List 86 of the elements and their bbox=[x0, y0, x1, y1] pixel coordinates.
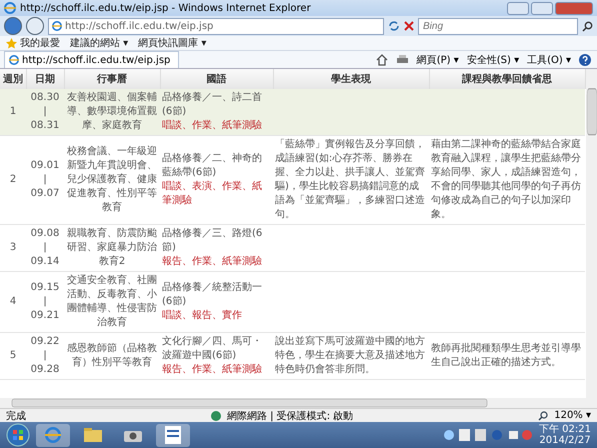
date-text: 09.07 bbox=[30, 187, 60, 201]
column-header: 學生表現 bbox=[273, 69, 429, 89]
date-text: 09.15 bbox=[30, 281, 60, 295]
assessment-text: 唱談、作業、紙筆測驗 bbox=[162, 119, 263, 133]
column-header: 國語 bbox=[160, 69, 273, 89]
date-text: 08.30 bbox=[30, 91, 60, 105]
security-zone-text[interactable]: 網際網路 | 受保護模式: 啟動 bbox=[226, 408, 354, 422]
taskbar-document-button[interactable] bbox=[156, 424, 190, 446]
table-cell-text: 2 bbox=[8, 173, 18, 187]
date-text: 09.21 bbox=[30, 309, 60, 323]
favorites-bar-link[interactable]: 建議的網站 ▾ bbox=[70, 36, 128, 50]
help-icon[interactable] bbox=[579, 54, 591, 66]
address-field[interactable]: http://schoff.ilc.edu.tw/eip.jsp bbox=[48, 18, 384, 34]
date-separator: | bbox=[42, 241, 48, 255]
date-separator: | bbox=[42, 295, 48, 309]
browser-icon bbox=[45, 427, 61, 443]
unit-text: 品格修養／統整活動一(6節) bbox=[162, 281, 263, 309]
table-cell: 親職教育、防震防颱研習、家庭暴力防治教育2 bbox=[66, 227, 158, 269]
column-header: 行事曆 bbox=[64, 69, 160, 89]
print-icon[interactable] bbox=[396, 54, 409, 66]
table-cell-text: 5 bbox=[8, 349, 18, 363]
table-cell-text: 3 bbox=[8, 241, 18, 255]
date-text: 08.31 bbox=[30, 119, 60, 133]
stop-icon[interactable] bbox=[404, 21, 414, 31]
search-icon[interactable] bbox=[582, 20, 593, 32]
vertical-scrollbar[interactable] bbox=[586, 69, 597, 398]
date-text: 09.14 bbox=[30, 255, 60, 269]
favorites-button[interactable]: 我的最愛 bbox=[6, 36, 60, 50]
home-icon[interactable] bbox=[376, 54, 388, 66]
table-cell-text: 1 bbox=[8, 105, 18, 119]
browser-icon bbox=[9, 55, 19, 65]
table-cell-text: 說出並寫下馬可波羅遊中國的地方特色，學生在摘要大意及描述地方特色時仍會答非所問。 bbox=[275, 335, 426, 377]
command-menu[interactable]: 網頁(P) ▾ bbox=[416, 52, 459, 66]
search-field[interactable]: Bing bbox=[418, 18, 578, 34]
forward-button[interactable] bbox=[26, 17, 44, 35]
assessment-text: 唱談、表演、作業、紙筆測驗 bbox=[162, 180, 263, 208]
clock-time[interactable]: 下午 02:21 bbox=[539, 424, 591, 435]
star-icon[interactable] bbox=[6, 38, 17, 48]
globe-icon bbox=[210, 410, 221, 420]
browser-icon bbox=[4, 2, 16, 14]
table-cell: 感恩教師節（品格教育）性別平等教育 bbox=[66, 342, 158, 370]
maximize-button[interactable] bbox=[531, 2, 553, 14]
document-icon bbox=[165, 426, 181, 444]
folder-icon bbox=[84, 428, 102, 442]
unit-text: 品格修養／二、神奇的藍絲帶(6節) bbox=[162, 152, 263, 180]
column-header: 課程與教學回饋省思 bbox=[429, 69, 585, 89]
date-separator: | bbox=[42, 173, 48, 187]
browser-tab[interactable]: http://schoff.ilc.edu.tw/eip.jsp bbox=[4, 51, 179, 68]
minimize-button[interactable] bbox=[507, 2, 529, 14]
refresh-icon[interactable] bbox=[388, 20, 400, 32]
zoom-icon bbox=[538, 410, 548, 420]
horizontal-scrollbar[interactable] bbox=[0, 398, 597, 408]
date-separator: | bbox=[42, 349, 48, 363]
date-text: 09.01 bbox=[30, 159, 60, 173]
date-text: 09.22 bbox=[30, 335, 60, 349]
assessment-text: 報告、作業、紙筆測驗 bbox=[162, 255, 263, 269]
camera-icon bbox=[124, 428, 142, 442]
table-cell: 校務會議、一年級迎新暨九年貫說明會、兒少保護教育、健康促進教育、性別平等教育 bbox=[66, 145, 158, 215]
command-menu[interactable]: 安全性(S) ▾ bbox=[466, 52, 520, 66]
command-menu[interactable]: 工具(O) ▾ bbox=[527, 52, 571, 66]
unit-text: 品格修養／三、路燈(6節) bbox=[162, 227, 264, 255]
unit-text: 文化行腳／四、馬可・波羅遊中國(6節) bbox=[162, 335, 263, 363]
zoom-level[interactable]: 120% ▾ bbox=[554, 410, 592, 421]
table-cell-text: 「藍絲帶」實例報告及分享回饋，成語練習(如:心存芥蒂、勝券在握、全力以赴、拱手讓人、並駕齊驅)，學生比較容易搞錯詞意的成語為「並駕齊驅」，多練習口述造句。 bbox=[275, 138, 426, 222]
date-separator: | bbox=[42, 105, 48, 119]
start-button[interactable] bbox=[6, 423, 30, 447]
unit-text: 品格修養／一、詩二首(6節) bbox=[162, 91, 263, 119]
table-cell-text: 藉由第二課神奇的藍絲帶結合家庭教育融入課程，讓學生把藍絲帶分享給同學、家人，成語練習造句，不會的同學聽其他同學的句子再仿句修改成為自己的句子以加深印象。 bbox=[431, 138, 582, 222]
back-button[interactable] bbox=[4, 17, 22, 35]
close-button[interactable] bbox=[555, 2, 593, 14]
date-text: 09.08 bbox=[30, 227, 60, 241]
clock-date[interactable]: 2014/2/27 bbox=[539, 435, 591, 446]
assessment-text: 報告、作業、紙筆測驗 bbox=[162, 363, 263, 377]
table-cell: 友善校園週、個案輔導、數學環境佈置觀摩、家庭教育 bbox=[66, 91, 158, 133]
column-header: 日期 bbox=[26, 69, 64, 89]
table-cell-text: 4 bbox=[8, 295, 18, 309]
status-text: 完成 bbox=[6, 410, 26, 422]
taskbar-browser-button[interactable] bbox=[36, 424, 70, 446]
date-text: 09.28 bbox=[30, 363, 60, 377]
favorites-bar-link[interactable]: 網頁快訊圖庫 ▾ bbox=[138, 36, 206, 50]
column-header: 週別 bbox=[0, 69, 26, 89]
browser-icon bbox=[52, 21, 62, 31]
table-cell: 交通安全教育、社團活動、反毒教育、小團體輔導、性侵害防治教育 bbox=[66, 274, 158, 330]
table-cell-text: 教師再批閱種類學生思考並引導學生自己說出正確的描述方式。 bbox=[431, 342, 582, 370]
window-title: http://schoff.ilc.edu.tw/eip.jsp - Windows Internet Explorer bbox=[20, 2, 312, 14]
assessment-text: 唱談、報告、實作 bbox=[162, 309, 243, 323]
